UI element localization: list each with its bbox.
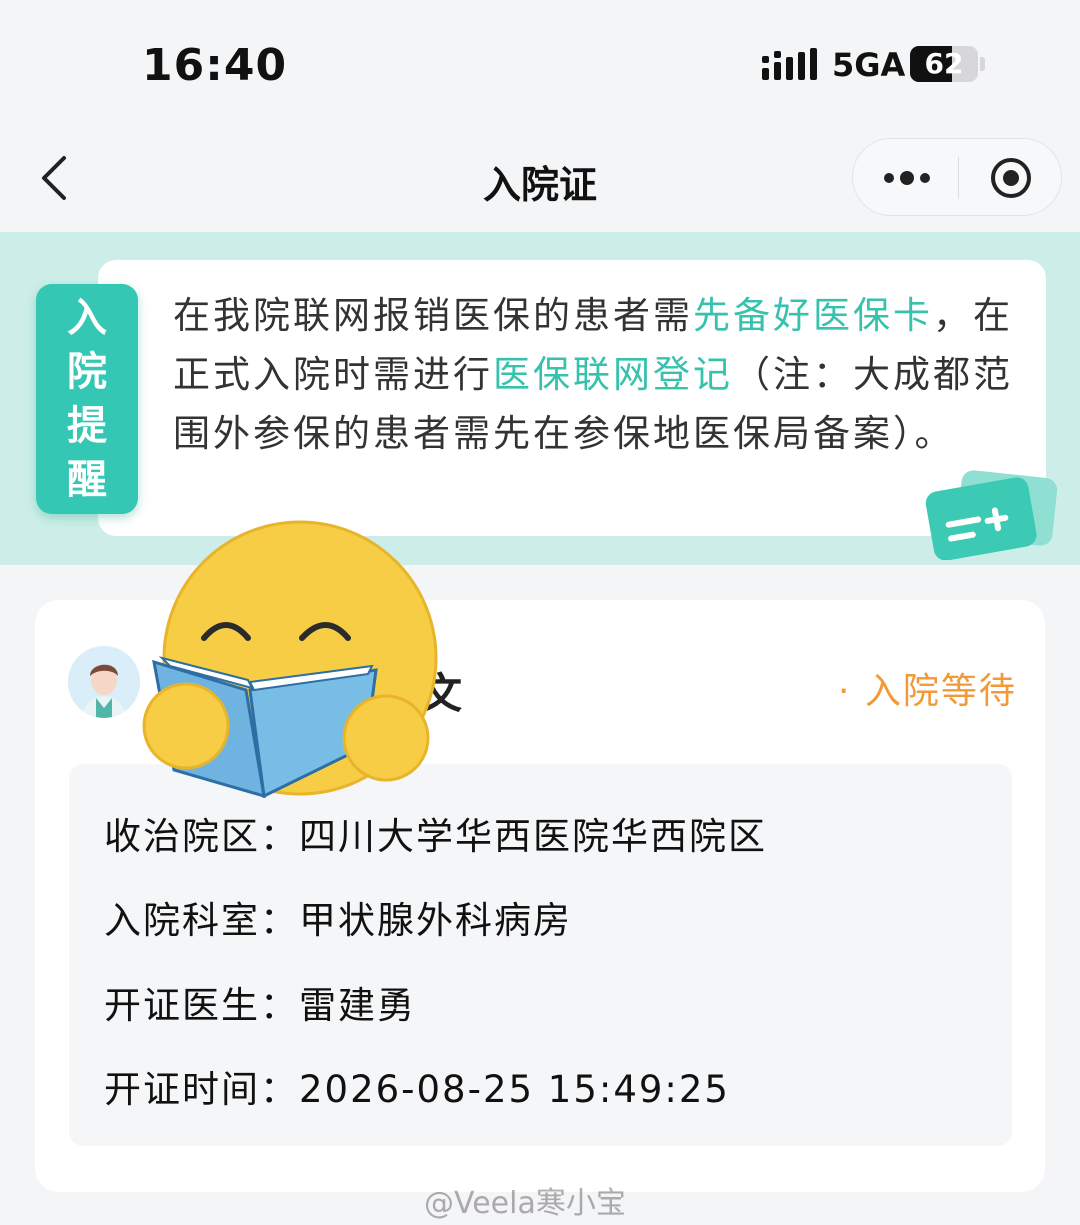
- more-dots-icon[interactable]: [881, 161, 933, 195]
- capsule-divider: [958, 157, 959, 199]
- info-value: 四川大学华西医院华西院区: [299, 815, 767, 858]
- tag-char: 院: [67, 349, 107, 395]
- battery-indicator: 62: [910, 46, 978, 82]
- reminder-text: 在我院联网报销医保的患者需先备好医保卡，在正式入院时需进行医保联网登记（注：大成…: [173, 286, 1023, 463]
- mini-program-capsule: [852, 138, 1062, 216]
- info-value: 甲状腺外科病房: [299, 899, 572, 942]
- info-row-department: 入院科室：甲状腺外科病房: [104, 890, 572, 944]
- status-bar: 16:40 5GA 62: [0, 0, 1080, 120]
- nav-bar: 入院证: [0, 120, 1080, 230]
- reading-emoji-sticker: [142, 520, 438, 799]
- info-row-campus: 收治院区：四川大学华西医院华西院区: [104, 806, 767, 860]
- reminder-tag: 入 院 提 醒: [36, 284, 138, 514]
- admission-status-badge: · 入院等待: [838, 671, 1017, 712]
- info-label: 入院科室：: [104, 899, 299, 942]
- tag-char: 提: [67, 403, 107, 449]
- watermark: @Veela寒小宝: [424, 1186, 626, 1221]
- battery-cap: [980, 57, 985, 71]
- reminder-banner: 入 院 提 醒 在我院联网报销医保的患者需先备好医保卡，在正式入院时需进行医保联…: [0, 232, 1080, 565]
- reminder-text-part: 在我院联网报销医保的患者需: [173, 294, 693, 337]
- info-row-doctor: 开证医生：雷建勇: [104, 975, 416, 1029]
- insurance-card-link[interactable]: 先备好医保卡: [693, 294, 933, 337]
- info-value: 雷建勇: [299, 984, 416, 1027]
- network-type: 5GA: [832, 46, 906, 84]
- tag-char: 入: [67, 295, 107, 341]
- status-time: 16:40: [142, 40, 288, 91]
- insurance-card-icon: [925, 470, 1058, 560]
- info-row-issue-time: 开证时间：2026-08-25 15:49:25: [104, 1059, 730, 1113]
- info-label: 收治院区：: [104, 815, 299, 858]
- info-label: 开证医生：: [104, 984, 299, 1027]
- insurance-registration-link[interactable]: 医保联网登记: [493, 353, 733, 396]
- tag-char: 醒: [67, 457, 107, 503]
- patient-avatar: [68, 646, 140, 718]
- target-circle-icon[interactable]: [989, 156, 1033, 200]
- info-label: 开证时间：: [104, 1068, 299, 1111]
- signal-icon: [762, 48, 817, 80]
- info-value: 2026-08-25 15:49:25: [299, 1068, 730, 1111]
- battery-percent: 62: [924, 47, 964, 80]
- patient-avatar-image: [68, 646, 140, 718]
